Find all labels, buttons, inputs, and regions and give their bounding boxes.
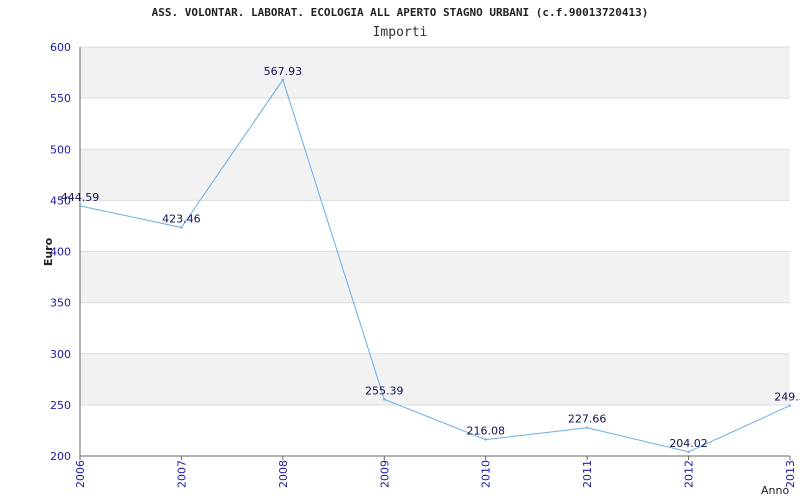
chart-container: ASS. VOLONTAR. LABORAT. ECOLOGIA ALL APE… [0,0,800,500]
data-label: 423.46 [162,213,201,226]
plot-band [80,98,790,150]
data-point [383,398,386,401]
y-tick-label: 200 [50,450,71,463]
x-tick-label: 2006 [74,460,87,488]
y-axis-title: Euro [42,237,55,266]
plot-band [80,251,790,303]
data-point [788,404,792,407]
data-label: 216.08 [466,425,505,438]
plot-band [80,47,790,99]
data-point [180,226,183,229]
data-label: 444.59 [61,191,100,204]
x-tick-label: 2009 [378,460,391,488]
x-tick-label: 2012 [683,460,696,488]
y-tick-label: 600 [50,41,71,54]
data-point [687,450,690,454]
x-tick-label: 2010 [480,460,493,488]
y-tick-label: 250 [50,399,71,412]
y-tick-label: 350 [50,297,71,310]
data-label: 204.02 [669,437,708,450]
y-tick-label: 550 [50,92,71,105]
data-label: 249.3 [774,391,800,404]
data-point [281,78,285,81]
line-chart: 2002503003504004505005506002006 2007 2008 2… [42,41,800,497]
x-tick-label: 2007 [175,460,188,488]
x-axis-title: Anno [761,484,789,497]
data-point [78,204,82,208]
data-point [585,426,589,429]
y-tick-label: 300 [50,348,71,361]
data-point [484,438,487,441]
data-label: 567.93 [264,65,303,78]
plot-band [80,302,790,354]
data-label: 255.39 [365,384,404,397]
y-tick-label: 500 [50,143,71,156]
x-tick-label: 2011 [581,460,594,488]
data-label: 227.66 [568,413,607,426]
plot-band [80,149,790,201]
x-tick-label: 2008 [277,460,290,488]
plot-band [80,353,790,405]
plot-band [80,200,790,252]
